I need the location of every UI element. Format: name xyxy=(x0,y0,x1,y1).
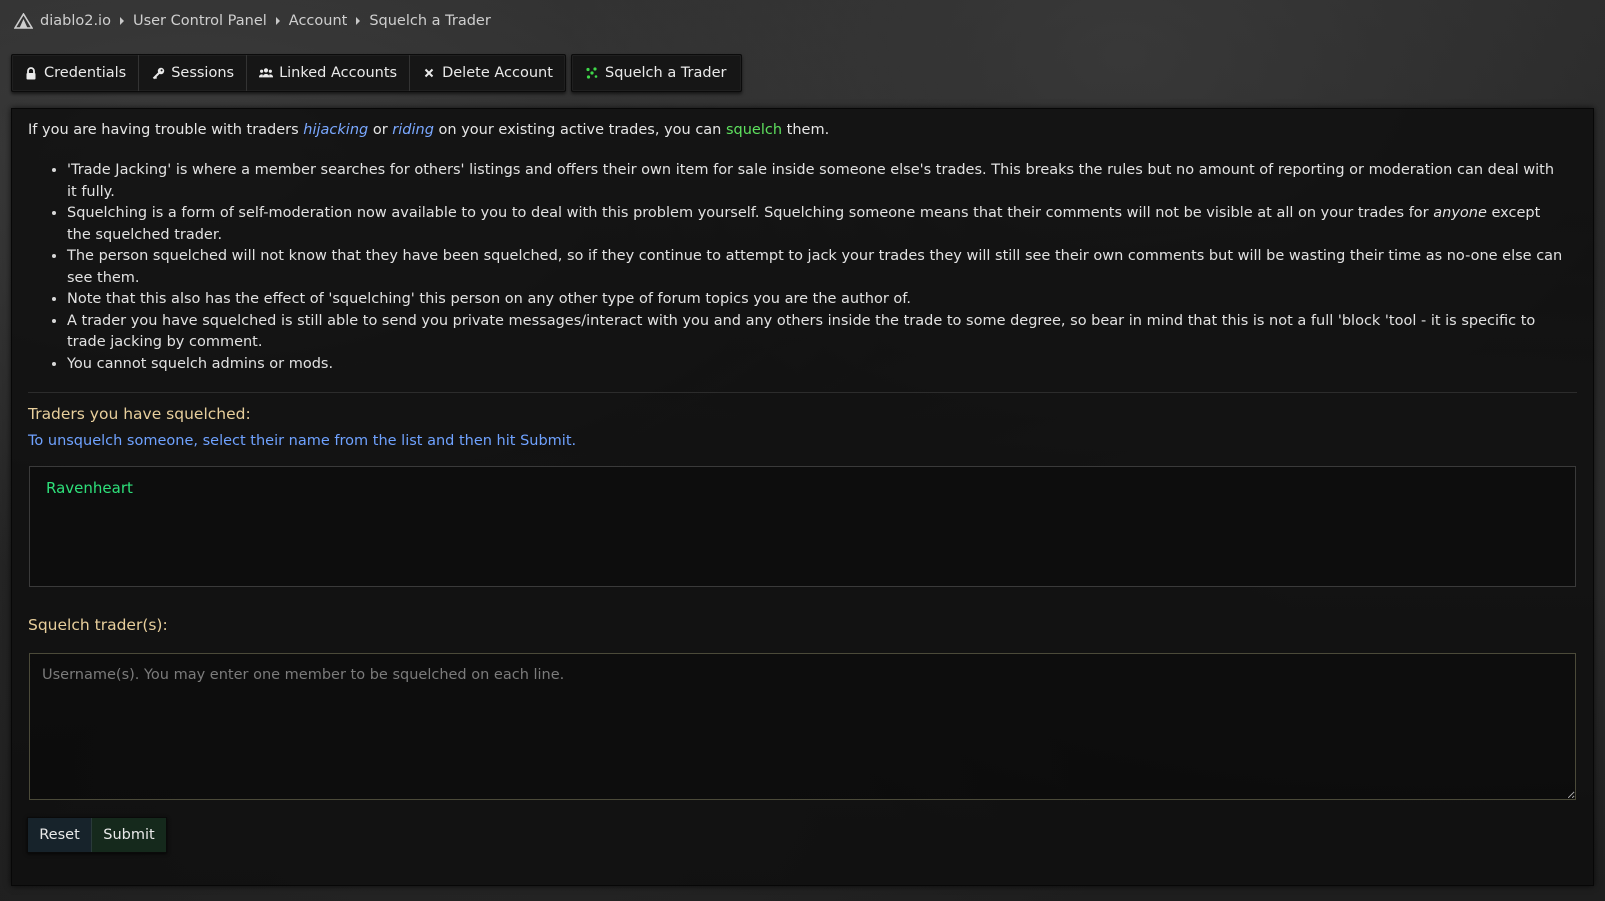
squelched-traders-title: Traders you have squelched: xyxy=(28,405,251,423)
account-tabs: Credentials Sessions Linked Accounts Del… xyxy=(11,54,566,92)
hijacking-term: hijacking xyxy=(303,122,369,138)
squelch-rules-list: 'Trade Jacking' is where a member search… xyxy=(28,160,1568,375)
squelched-trader-option[interactable]: Ravenheart xyxy=(46,479,133,497)
chevron-right-icon xyxy=(356,17,361,25)
chevron-right-icon xyxy=(119,17,124,25)
intro-text-part: on your existing active trades, you can xyxy=(433,122,726,138)
breadcrumb-home[interactable]: diablo2.io xyxy=(40,13,111,29)
intro-text-part: If you are having trouble with traders xyxy=(28,122,304,138)
list-item: Note that this also has the effect of 's… xyxy=(67,289,1568,311)
intro-text-part: or xyxy=(368,122,393,138)
list-item: 'Trade Jacking' is where a member search… xyxy=(67,160,1568,203)
chevron-right-icon xyxy=(275,17,280,25)
breadcrumb-current[interactable]: Squelch a Trader xyxy=(369,13,490,29)
lock-icon xyxy=(24,66,38,80)
submit-button[interactable]: Submit xyxy=(92,818,166,852)
squelched-traders-list[interactable]: Ravenheart xyxy=(29,466,1576,587)
tab-squelch-trader-label: Squelch a Trader xyxy=(605,65,727,81)
tab-delete-account-label: Delete Account xyxy=(442,65,553,81)
squelch-panel: If you are having trouble with traders h… xyxy=(11,108,1594,886)
squelch-icon xyxy=(585,66,599,80)
tab-sessions-label: Sessions xyxy=(171,65,235,81)
squelch-usernames-input[interactable] xyxy=(29,653,1576,800)
intro-text-part: them. xyxy=(782,122,830,138)
tab-linked-accounts[interactable]: Linked Accounts xyxy=(247,55,411,91)
tab-linked-accounts-label: Linked Accounts xyxy=(279,65,398,81)
breadcrumb-account[interactable]: Account xyxy=(289,13,348,29)
rule-text: Squelching is a form of self-moderation … xyxy=(67,205,1434,221)
squelch-tab-group: Squelch a Trader xyxy=(571,54,742,92)
breadcrumb-ucp[interactable]: User Control Panel xyxy=(133,13,267,29)
list-item: A trader you have squelched is still abl… xyxy=(67,311,1568,354)
users-icon xyxy=(259,66,274,80)
reset-button[interactable]: Reset xyxy=(28,818,92,852)
tab-squelch-trader[interactable]: Squelch a Trader xyxy=(572,55,739,91)
riding-term: riding xyxy=(392,122,434,138)
x-icon xyxy=(422,66,436,80)
squelch-term: squelch xyxy=(725,122,783,138)
list-item: Squelching is a form of self-moderation … xyxy=(67,203,1568,246)
breadcrumb: diablo2.io User Control Panel Account Sq… xyxy=(14,9,491,33)
list-item: You cannot squelch admins or mods. xyxy=(67,354,1568,376)
unsquelch-hint: To unsquelch someone, select their name … xyxy=(28,433,577,449)
tab-credentials-label: Credentials xyxy=(44,65,127,81)
key-icon xyxy=(151,66,165,80)
form-buttons: Reset Submit xyxy=(27,817,167,853)
list-item: The person squelched will not know that … xyxy=(67,246,1568,289)
squelch-traders-title: Squelch trader(s): xyxy=(28,616,168,634)
tab-delete-account[interactable]: Delete Account xyxy=(410,55,565,91)
site-logo-icon[interactable] xyxy=(14,13,33,29)
tab-sessions[interactable]: Sessions xyxy=(139,55,248,91)
tab-credentials[interactable]: Credentials xyxy=(12,55,140,91)
divider xyxy=(28,392,1577,393)
rule-emphasis: anyone xyxy=(1433,205,1487,221)
intro-text: If you are having trouble with traders h… xyxy=(28,122,829,138)
